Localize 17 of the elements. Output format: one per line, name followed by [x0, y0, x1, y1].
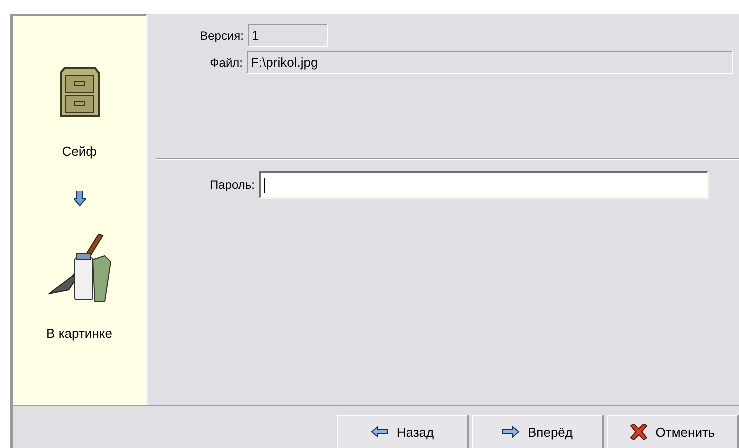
field-label: Пароль:	[210, 178, 255, 192]
step-label: Сейф	[62, 144, 97, 159]
readonly-field: F:\prikol.jpg	[247, 51, 733, 74]
cancel-button[interactable]: Отменить	[607, 415, 739, 448]
readonly-field: 1	[248, 24, 328, 47]
left-arrow-icon	[370, 426, 389, 438]
down-arrow-icon	[74, 191, 86, 207]
paint-supplies-icon	[46, 234, 112, 304]
next-button[interactable]: Вперёд	[472, 415, 604, 448]
right-arrow-icon	[502, 426, 520, 438]
password-field[interactable]	[258, 171, 709, 199]
field-label: Версия:	[200, 28, 244, 42]
close-icon	[630, 424, 648, 440]
filing-cabinet-icon	[60, 66, 100, 118]
field-label: Файл:	[210, 56, 243, 70]
back-button[interactable]: Назад	[337, 415, 469, 448]
step-label: В картинке	[46, 326, 112, 341]
